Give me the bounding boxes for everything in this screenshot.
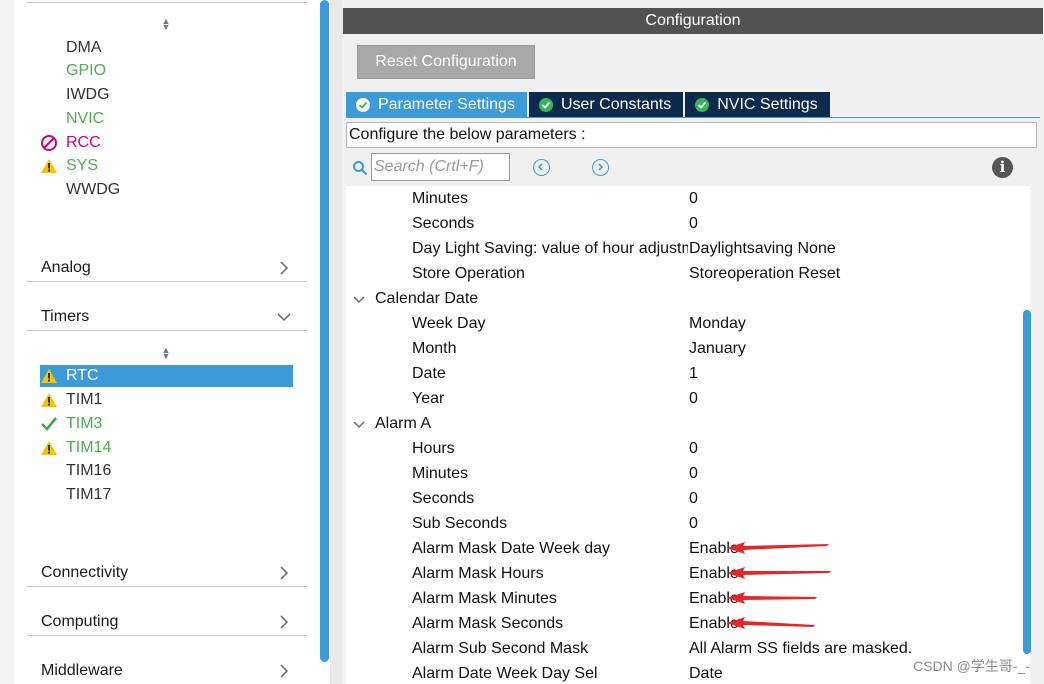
tab-bar: Parameter Settings User Constants NVIC S… <box>346 92 832 118</box>
sort-icon[interactable]: ▲ ▼ <box>161 346 171 361</box>
timer-item-rtc[interactable]: RTC <box>40 365 293 387</box>
chevron-right-icon <box>280 615 289 629</box>
parameter-row[interactable]: Alarm Mask Date Week day Enable <box>346 536 1026 561</box>
tab-label: NVIC Settings <box>717 96 818 113</box>
parameters-tree: Minutes 0 Seconds 0 Day Light Saving: va… <box>346 186 1026 684</box>
tab-nvic-settings[interactable]: NVIC Settings <box>685 92 830 118</box>
status-none-icon <box>40 179 64 201</box>
parameter-row[interactable]: Week Day Monday <box>346 311 1026 336</box>
search-next-icon[interactable] <box>592 159 609 176</box>
chevron-down-icon <box>353 296 365 303</box>
search-icon[interactable] <box>352 160 368 176</box>
search-input[interactable] <box>371 153 510 181</box>
category-timers[interactable]: Timers <box>27 301 307 331</box>
search-row: i <box>346 152 1040 184</box>
status-none-icon <box>40 460 64 482</box>
parameter-row[interactable]: Date 1 <box>346 361 1026 386</box>
reset-configuration-button[interactable]: Reset Configuration <box>357 45 535 79</box>
status-none-icon <box>40 108 64 130</box>
category-analog[interactable]: Analog <box>27 252 307 282</box>
parameter-row[interactable]: Alarm Mask Minutes Enable <box>346 586 1026 611</box>
parameter-row[interactable]: Sub Seconds 0 <box>346 511 1026 536</box>
checkmark-circle-icon <box>538 98 553 112</box>
watermark: CSDN @学生哥-_- <box>913 658 1030 674</box>
warning-icon <box>40 365 64 387</box>
timer-item-tim3[interactable]: TIM3 <box>40 413 294 435</box>
divider <box>27 2 307 3</box>
timer-item-tim1[interactable]: TIM1 <box>40 389 294 411</box>
timer-item-tim14[interactable]: TIM14 <box>40 437 294 459</box>
parameter-row[interactable]: Alarm Mask Seconds Enable <box>346 611 1026 636</box>
info-text: Configure the below parameters : <box>346 122 1037 148</box>
timer-item-tim17[interactable]: TIM17 <box>40 484 294 506</box>
left-scrollbar-thumb[interactable] <box>320 0 329 662</box>
checkmark-circle-icon <box>356 98 370 112</box>
timer-item-tim16[interactable]: TIM16 <box>40 460 294 482</box>
peripheral-item-nvic[interactable]: NVIC <box>40 108 294 130</box>
status-none-icon <box>40 484 64 506</box>
warning-icon <box>40 437 64 459</box>
configuration-panel: Configuration Reset Configuration Parame… <box>342 0 1044 684</box>
tab-label: Parameter Settings <box>378 96 515 113</box>
parameter-row[interactable]: Year 0 <box>346 386 1026 411</box>
tab-underline <box>346 117 1040 118</box>
parameter-row[interactable]: Seconds 0 <box>346 486 1026 511</box>
parameter-row[interactable]: Minutes 0 <box>346 186 1026 211</box>
parameter-row[interactable]: Month January <box>346 336 1026 361</box>
status-none-icon <box>40 84 64 106</box>
status-none-icon <box>40 37 64 59</box>
forbidden-icon <box>40 132 64 154</box>
group-calendar-date[interactable]: Calendar Date <box>346 286 1026 311</box>
checkmark-circle-icon <box>695 98 710 112</box>
search-previous-icon[interactable] <box>533 159 550 176</box>
annotation-arrow-icon <box>727 617 815 629</box>
left-panel: ▲ ▼ DMA GPIO IWDG NVIC RCC SYS WWDG Analo… <box>0 0 318 684</box>
parameter-row[interactable]: Hours 0 <box>346 436 1026 461</box>
category-connectivity[interactable]: Connectivity <box>27 557 307 587</box>
group-alarm-a[interactable]: Alarm A <box>346 411 1026 436</box>
sort-icon[interactable]: ▲ ▼ <box>161 17 171 32</box>
annotation-arrow-icon <box>727 567 831 579</box>
warning-icon <box>40 389 64 411</box>
right-scrollbar-thumb[interactable] <box>1023 310 1031 654</box>
parameter-row[interactable]: Day Light Saving: value of hour adjustm.… <box>346 236 1026 261</box>
annotation-arrow-icon <box>727 542 829 554</box>
chevron-down-icon <box>277 313 291 322</box>
parameter-row[interactable]: Seconds 0 <box>346 211 1026 236</box>
category-middleware[interactable]: Middleware <box>27 654 307 684</box>
peripheral-item-wwdg[interactable]: WWDG <box>40 179 294 201</box>
tab-label: User Constants <box>560 96 672 113</box>
parameter-row[interactable]: Alarm Mask Hours Enable <box>346 561 1026 586</box>
peripheral-item-iwdg[interactable]: IWDG <box>40 84 294 106</box>
category-computing[interactable]: Computing <box>27 606 307 636</box>
warning-icon <box>40 155 64 177</box>
parameter-row[interactable]: Minutes 0 <box>346 461 1026 486</box>
chevron-right-icon <box>280 664 289 678</box>
info-icon[interactable]: i <box>992 157 1013 178</box>
status-none-icon <box>40 60 64 82</box>
outer-rail <box>0 0 14 684</box>
tab-user-constants[interactable]: User Constants <box>528 92 684 118</box>
peripheral-item-dma[interactable]: DMA <box>40 37 294 59</box>
peripheral-item-rcc[interactable]: RCC <box>40 132 294 154</box>
annotation-arrow-icon <box>727 592 817 604</box>
tab-parameter-settings[interactable]: Parameter Settings <box>346 92 527 118</box>
parameter-row[interactable]: Store Operation Storeoperation Reset <box>346 261 1026 286</box>
peripheral-item-gpio[interactable]: GPIO <box>40 60 294 82</box>
chevron-right-icon <box>280 566 289 580</box>
chevron-right-icon <box>280 261 289 275</box>
peripheral-item-sys[interactable]: SYS <box>40 155 294 177</box>
configuration-header: Configuration <box>343 8 1043 34</box>
checkmark-icon <box>40 413 64 435</box>
chevron-down-icon <box>353 421 365 428</box>
panel-divider[interactable] <box>330 0 342 684</box>
